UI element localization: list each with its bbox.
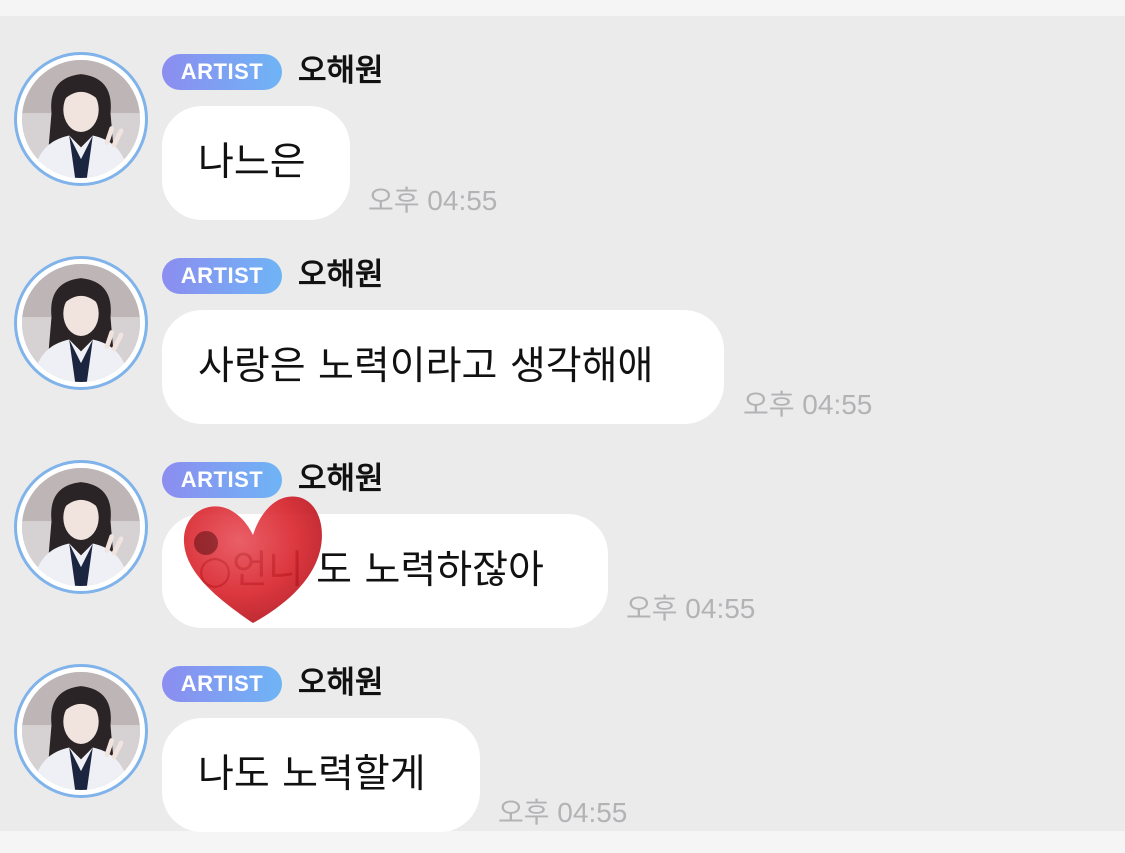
message-bubble[interactable]: 나느은	[162, 106, 350, 220]
message-bubble[interactable]: 사랑은 노력이라고 생각해애	[162, 310, 724, 424]
sender-name[interactable]: 오해원	[298, 254, 384, 296]
heart-sticker-icon	[183, 496, 322, 623]
avatar[interactable]	[14, 460, 148, 594]
avatar[interactable]	[14, 52, 148, 186]
message-bubble[interactable]: 나도 노력할게	[162, 718, 480, 832]
message-timestamp: 오후 04:55	[743, 389, 873, 420]
artist-badge: ARTIST	[162, 258, 282, 294]
avatar-photo	[22, 672, 140, 790]
artist-badge: ARTIST	[162, 54, 282, 90]
message-timestamp: 오후 04:55	[368, 185, 498, 216]
avatar-photo	[22, 60, 140, 178]
sender-name[interactable]: 오해원	[298, 662, 384, 704]
sender-name[interactable]: 오해원	[298, 50, 384, 92]
message-row: ARTIST 오해원 ○언니 도 노력하잖아 오후 04:55	[0, 442, 1125, 642]
avatar-photo	[22, 468, 140, 586]
message-timestamp: 오후 04:55	[626, 593, 756, 624]
message-row: ARTIST 오해원 나도 노력할게 오후 04:55	[0, 646, 1125, 846]
avatar-photo	[22, 264, 140, 382]
message-timestamp: 오후 04:55	[498, 797, 628, 828]
message-row: ARTIST 오해원 나느은 오후 04:55	[0, 34, 1125, 234]
avatar[interactable]	[14, 664, 148, 798]
chat-area[interactable]: ARTIST 오해원 나느은 오후 04:55 ARTIST 오해원 사랑은 노…	[0, 16, 1125, 832]
message-row: ARTIST 오해원 사랑은 노력이라고 생각해애 오후 04:55	[0, 238, 1125, 438]
avatar[interactable]	[14, 256, 148, 390]
artist-badge: ARTIST	[162, 666, 282, 702]
